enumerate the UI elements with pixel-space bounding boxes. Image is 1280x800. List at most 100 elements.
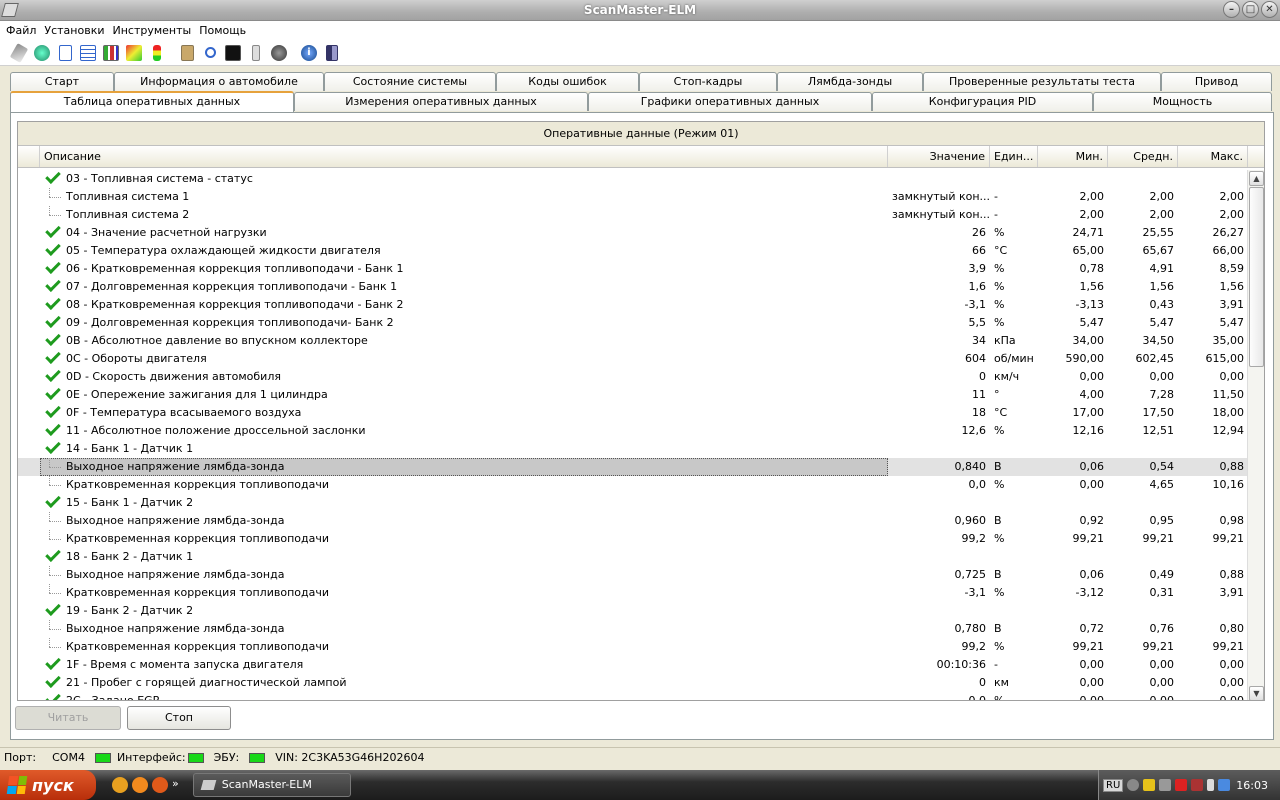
table-row[interactable]: 05 - Температура охлаждающей жидкости дв… [18, 242, 1248, 260]
exit-icon[interactable] [321, 42, 343, 64]
stop-icon[interactable] [268, 42, 290, 64]
table-row[interactable]: Топливная система 2 замкнутый кон... - 2,00… [18, 206, 1248, 224]
cell-unit: % [994, 226, 1005, 239]
minimize-button[interactable]: – [1223, 1, 1240, 18]
chart-icon[interactable] [100, 42, 122, 64]
clipboard-icon[interactable] [176, 42, 198, 64]
header-value[interactable]: Значение [888, 146, 990, 167]
header-unit[interactable]: Един... [990, 146, 1038, 167]
table-row[interactable]: 2C - Задано EGR 0,0% 0,00 0,00 0,00 [18, 692, 1248, 700]
search-icon[interactable] [199, 42, 221, 64]
chevron-icon[interactable]: » [172, 777, 179, 793]
network-disconnected-icon[interactable] [1175, 779, 1188, 791]
scroll-up-button[interactable]: ▲ [1249, 171, 1264, 186]
header-indicator [18, 146, 40, 167]
battery-icon[interactable] [1207, 779, 1215, 791]
cell-unit: - [994, 658, 998, 671]
header-description[interactable]: Описание [40, 146, 888, 167]
table-row[interactable]: 0F - Температура всасываемого воздуха 18 °… [18, 404, 1248, 422]
tab-power[interactable]: Мощность [1093, 92, 1272, 111]
tab-start[interactable]: Старт [10, 72, 114, 91]
table-row[interactable]: 0C - Обороты двигателя 604 об/мин 590,00 602… [18, 350, 1248, 368]
table-row[interactable]: 11 - Абсолютное положение дроссельной за… [18, 422, 1248, 440]
start-button[interactable]: пуск [0, 770, 96, 800]
firefox-icon[interactable] [152, 777, 168, 793]
menu-tools[interactable]: Инструменты [109, 21, 196, 40]
tab-live-data-table[interactable]: Таблица оперативных данных [10, 91, 294, 112]
tab-lambda-sensors[interactable]: Лямбда-зонды [777, 72, 923, 91]
table-row[interactable]: Кратковременная коррекция топливоподачи 9… [18, 638, 1248, 656]
table-row[interactable]: 08 - Кратковременная коррекция топливопо… [18, 296, 1248, 314]
gauge-icon[interactable] [245, 42, 267, 64]
header-max[interactable]: Макс. [1178, 146, 1248, 167]
table-row[interactable]: 18 - Банк 2 - Датчик 1 [18, 548, 1248, 566]
tab-live-data-measurements[interactable]: Измерения оперативных данных [294, 92, 588, 111]
table-row[interactable]: Выходное напряжение лямбда-зонда 0,840 В 0,… [18, 458, 1248, 476]
menu-settings[interactable]: Установки [40, 21, 108, 40]
table-row[interactable]: 09 - Долговременная коррекция топливопод… [18, 314, 1248, 332]
tab-trouble-codes[interactable]: Коды ошибок [496, 72, 639, 91]
browser-icon[interactable] [132, 777, 148, 793]
cell-unit: % [994, 586, 1005, 599]
table-row[interactable]: Кратковременная коррекция топливоподачи -… [18, 584, 1248, 602]
menu-help[interactable]: Помощь [195, 21, 250, 40]
map-icon[interactable] [123, 42, 145, 64]
table-row[interactable]: 0B - Абсолютное давление во впускном кол… [18, 332, 1248, 350]
tab-pid-config[interactable]: Конфигурация PID [872, 92, 1093, 111]
table-row[interactable]: 0E - Опережение зажигания для 1 цилиндра… [18, 386, 1248, 404]
table-row[interactable]: Кратковременная коррекция топливоподачи 9… [18, 530, 1248, 548]
info-icon[interactable]: i [298, 42, 320, 64]
shield-icon[interactable] [1143, 779, 1156, 791]
language-indicator[interactable]: RU [1103, 778, 1124, 792]
cell-max: 11,50 [1212, 388, 1245, 401]
menu-file[interactable]: Файл [2, 21, 40, 40]
table-row[interactable]: 19 - Банк 2 - Датчик 2 [18, 602, 1248, 620]
tab-live-data-graphs[interactable]: Графики оперативных данных [588, 92, 872, 111]
maximize-button[interactable]: □ [1242, 1, 1259, 18]
table-row[interactable]: 14 - Банк 1 - Датчик 1 [18, 440, 1248, 458]
cell-min: 0,00 [1079, 478, 1105, 491]
taskbar: пуск » ScanMaster-ELM RU 16:03 [0, 770, 1280, 800]
globe-icon[interactable] [31, 42, 53, 64]
volume-icon[interactable] [1218, 779, 1231, 791]
header-avg[interactable]: Средн. [1108, 146, 1178, 167]
table-row[interactable]: 1F - Время с момента запуска двигателя 00… [18, 656, 1248, 674]
vertical-scrollbar[interactable]: ▲ ▼ [1247, 170, 1264, 700]
tray-arrow-icon[interactable] [1127, 779, 1140, 791]
table-row[interactable]: 06 - Кратковременная коррекция топливопо… [18, 260, 1248, 278]
stop-button[interactable]: Стоп [127, 706, 231, 730]
table-row[interactable]: 07 - Долговременная коррекция топливопод… [18, 278, 1248, 296]
table-icon[interactable] [77, 42, 99, 64]
table-row[interactable]: 0D - Скорость движения автомобиля 0 км/ч 0,… [18, 368, 1248, 386]
tab-system-status[interactable]: Состояние системы [324, 72, 496, 91]
taskbar-item-scanmaster[interactable]: ScanMaster-ELM [192, 773, 351, 797]
tray-app-icon[interactable] [1191, 779, 1204, 791]
scroll-down-button[interactable]: ▼ [1249, 686, 1264, 700]
scroll-thumb[interactable] [1249, 187, 1264, 367]
tab-freeze-frames[interactable]: Стоп-кадры [639, 72, 777, 91]
table-row[interactable]: Выходное напряжение лямбда-зонда 0,960 В 0,… [18, 512, 1248, 530]
app-icon[interactable] [1, 3, 19, 17]
close-button[interactable]: ✕ [1261, 1, 1278, 18]
tab-test-results[interactable]: Проверенные результаты теста [923, 72, 1161, 91]
table-row[interactable]: Выходное напряжение лямбда-зонда 0,725 В 0,… [18, 566, 1248, 584]
table-row[interactable]: Кратковременная коррекция топливоподачи 0… [18, 476, 1248, 494]
table-row[interactable]: 15 - Банк 1 - Датчик 2 [18, 494, 1248, 512]
tab-vehicle-info[interactable]: Информация о автомобиле [114, 72, 324, 91]
terminal-icon[interactable] [222, 42, 244, 64]
table-row[interactable]: 21 - Пробег с горящей диагностической ла… [18, 674, 1248, 692]
table-row[interactable]: 04 - Значение расчетной нагрузки 26% 24,71… [18, 224, 1248, 242]
quick-launch-app-icon[interactable] [112, 777, 128, 793]
cell-avg: 0,95 [1149, 514, 1175, 527]
tab-drive[interactable]: Привод [1161, 72, 1272, 91]
table-row[interactable]: 03 - Топливная система - статус [18, 170, 1248, 188]
header-min[interactable]: Мин. [1038, 146, 1108, 167]
document-icon[interactable] [54, 42, 76, 64]
description-text: Кратковременная коррекция топливоподачи [66, 478, 329, 491]
table-row[interactable]: Топливная система 1 замкнутый кон... - 2,00… [18, 188, 1248, 206]
network-icon[interactable] [1159, 779, 1172, 791]
connect-icon[interactable] [8, 42, 30, 64]
traffic-light-icon[interactable] [146, 42, 168, 64]
table-row[interactable]: Выходное напряжение лямбда-зонда 0,780 В 0,… [18, 620, 1248, 638]
read-button[interactable]: Читать [15, 706, 121, 730]
